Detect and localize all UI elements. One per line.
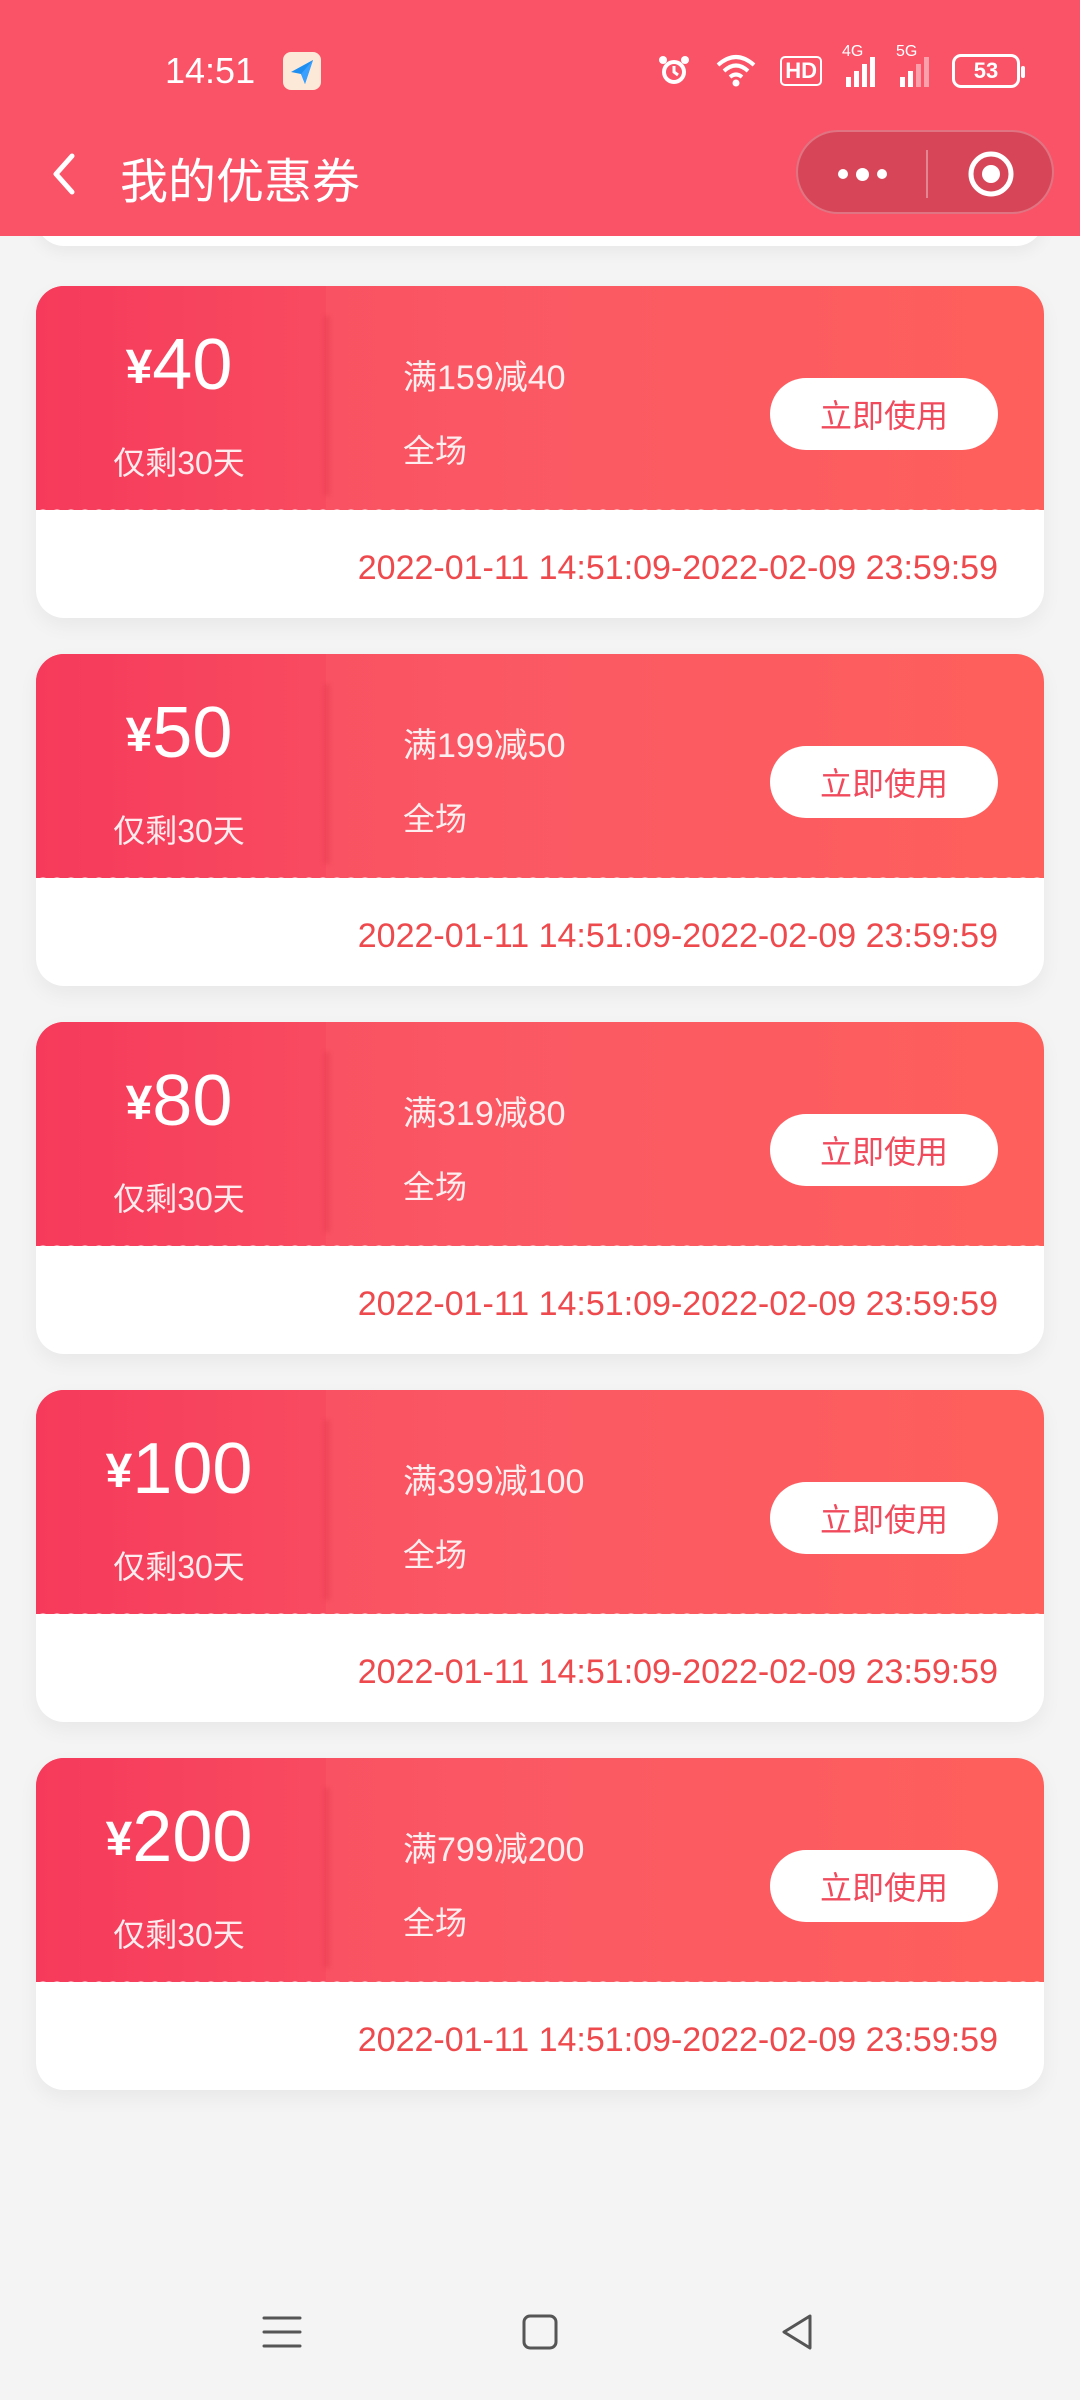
coupon-header: ¥80 仅剩30天 满319减80 全场 立即使用 — [36, 1022, 1044, 1246]
coupon-amount: ¥80 — [36, 1060, 322, 1142]
coupon-amount: ¥200 — [36, 1796, 322, 1878]
back-button[interactable] — [38, 146, 94, 202]
use-now-button[interactable]: 立即使用 — [770, 746, 998, 818]
square-home-icon — [522, 2314, 558, 2350]
coupon-amount: ¥100 — [36, 1428, 322, 1510]
use-now-button[interactable]: 立即使用 — [770, 1114, 998, 1186]
coupon-card: ¥50 仅剩30天 满199减50 全场 立即使用 2022-01-11 14:… — [36, 654, 1044, 986]
system-navigation-bar — [0, 2270, 1080, 2400]
amount-value: 200 — [132, 1797, 253, 1877]
coupon-card-partial — [36, 236, 1044, 246]
recent-apps-button[interactable] — [242, 2292, 322, 2372]
status-time: 14:51 — [165, 50, 256, 91]
more-dots-icon — [837, 167, 887, 181]
page-title: 我的优惠券 — [120, 156, 361, 209]
amount-value: 80 — [152, 1061, 233, 1141]
home-button[interactable] — [500, 2292, 580, 2372]
coupon-wave-edge — [36, 1238, 1044, 1252]
coupon-validity: 2022-01-11 14:51:09-2022-02-09 23:59:59 — [357, 1653, 998, 1691]
app-notification-icon — [283, 52, 321, 90]
coupon-condition: 满799减200 — [403, 1831, 585, 1869]
coupon-scope: 全场 — [403, 801, 468, 837]
header: 14:51 HD 4G 5G 53 我的优惠券 — [0, 0, 1080, 236]
use-now-button[interactable]: 立即使用 — [770, 1482, 998, 1554]
coupon-wave-edge — [36, 1974, 1044, 1988]
amount-value: 50 — [152, 693, 233, 773]
currency-symbol: ¥ — [125, 709, 153, 762]
coupon-card: ¥40 仅剩30天 满159减40 全场 立即使用 2022-01-11 14:… — [36, 286, 1044, 618]
coupon-header: ¥200 仅剩30天 满799减200 全场 立即使用 — [36, 1758, 1044, 1982]
currency-symbol: ¥ — [125, 1077, 153, 1130]
coupon-header: ¥50 仅剩30天 满199减50 全场 立即使用 — [36, 654, 1044, 878]
coupon-condition: 满159减40 — [403, 359, 566, 397]
coupon-validity: 2022-01-11 14:51:09-2022-02-09 23:59:59 — [357, 917, 998, 955]
coupon-wave-edge — [36, 502, 1044, 516]
currency-symbol: ¥ — [125, 341, 153, 394]
coupon-remaining: 仅剩30天 — [113, 1181, 245, 1217]
battery-level: 53 — [973, 58, 999, 83]
signal-4g-icon: 4G — [842, 43, 876, 89]
coupon-remaining: 仅剩30天 — [113, 445, 245, 481]
coupon-condition: 满319减80 — [403, 1095, 566, 1133]
coupon-header: ¥100 仅剩30天 满399减100 全场 立即使用 — [36, 1390, 1044, 1614]
coupon-remaining: 仅剩30天 — [113, 813, 245, 849]
net-4g-label: 4G — [842, 43, 864, 60]
coupon-divider — [324, 684, 330, 864]
mini-program-capsule — [796, 130, 1054, 214]
amount-value: 100 — [132, 1429, 253, 1509]
coupon-card: ¥200 仅剩30天 满799减200 全场 立即使用 2022-01-11 1… — [36, 1758, 1044, 2090]
coupon-scope: 全场 — [403, 1537, 468, 1573]
coupon-card: ¥80 仅剩30天 满319减80 全场 立即使用 2022-01-11 14:… — [36, 1022, 1044, 1354]
more-button[interactable] — [798, 132, 926, 216]
use-now-button[interactable]: 立即使用 — [770, 1850, 998, 1922]
coupon-validity: 2022-01-11 14:51:09-2022-02-09 23:59:59 — [357, 1285, 998, 1323]
nav-bar: 我的优惠券 — [0, 128, 1080, 220]
system-back-button[interactable] — [758, 2292, 838, 2372]
amount-value: 40 — [152, 325, 233, 405]
target-close-icon — [968, 151, 1014, 197]
currency-symbol: ¥ — [105, 1445, 133, 1498]
coupon-wave-edge — [36, 870, 1044, 884]
signal-5g-icon: 5G — [896, 43, 930, 89]
coupon-amount: ¥50 — [36, 692, 322, 774]
coupon-scope: 全场 — [403, 1169, 468, 1205]
coupon-divider — [324, 1052, 330, 1232]
chevron-left-icon — [53, 153, 75, 195]
coupon-divider — [324, 1420, 330, 1600]
coupon-divider — [324, 316, 330, 496]
status-bar: 14:51 HD 4G 5G 53 — [0, 0, 1080, 140]
coupon-header: ¥40 仅剩30天 满159减40 全场 立即使用 — [36, 286, 1044, 510]
coupon-validity: 2022-01-11 14:51:09-2022-02-09 23:59:59 — [357, 549, 998, 587]
coupon-validity: 2022-01-11 14:51:09-2022-02-09 23:59:59 — [357, 2021, 998, 2059]
alarm-icon — [656, 53, 692, 89]
coupon-list[interactable]: ¥40 仅剩30天 满159减40 全场 立即使用 2022-01-11 14:… — [0, 236, 1080, 2196]
close-button[interactable] — [928, 132, 1054, 216]
coupon-remaining: 仅剩30天 — [113, 1917, 245, 1953]
coupon-divider — [324, 1788, 330, 1968]
triangle-back-icon — [782, 2314, 812, 2350]
coupon-card: ¥100 仅剩30天 满399减100 全场 立即使用 2022-01-11 1… — [36, 1390, 1044, 1722]
battery-icon: 53 — [952, 54, 1025, 88]
currency-symbol: ¥ — [105, 1813, 133, 1866]
coupon-condition: 满199减50 — [403, 727, 566, 765]
coupon-condition: 满399减100 — [403, 1463, 585, 1501]
coupon-scope: 全场 — [403, 433, 468, 469]
coupon-remaining: 仅剩30天 — [113, 1549, 245, 1585]
net-5g-label: 5G — [896, 43, 918, 60]
hd-icon: HD — [780, 56, 822, 86]
use-now-button[interactable]: 立即使用 — [770, 378, 998, 450]
coupon-wave-edge — [36, 1606, 1044, 1620]
status-icons: HD 4G 5G 53 — [656, 43, 1025, 92]
hd-label: HD — [785, 58, 817, 83]
coupon-scope: 全场 — [403, 1905, 468, 1941]
coupon-amount: ¥40 — [36, 324, 322, 406]
menu-lines-icon — [262, 2316, 302, 2348]
wifi-icon — [714, 53, 758, 89]
